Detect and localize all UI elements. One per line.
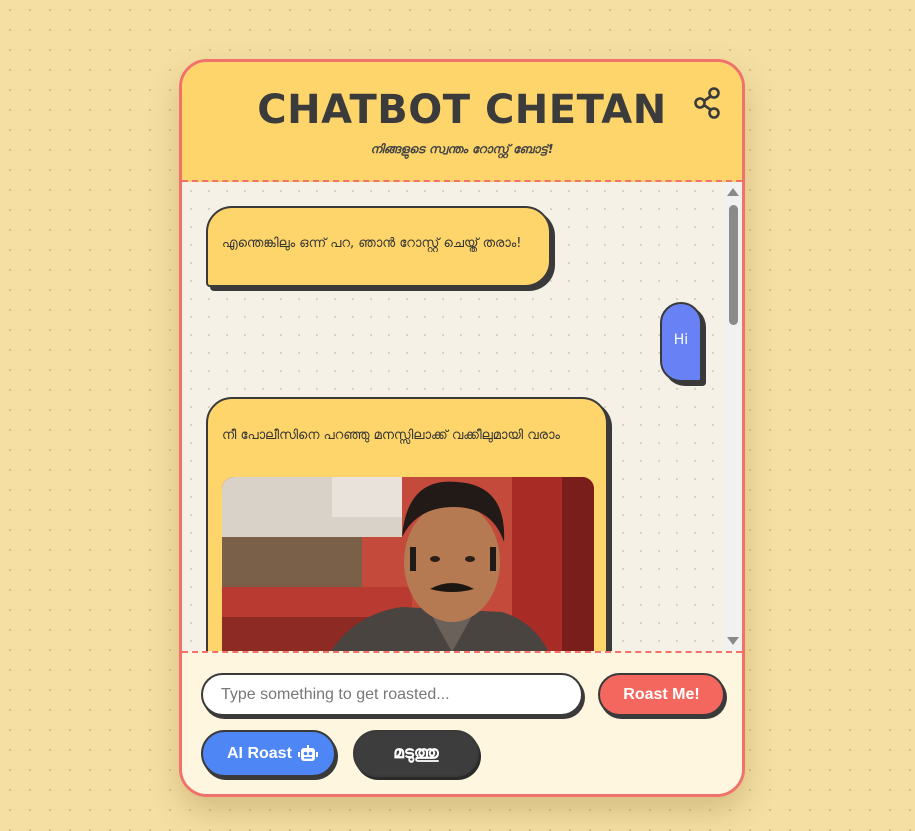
- share-button[interactable]: [692, 86, 724, 120]
- bot-message: നീ പോലീസിനെ പറഞ്ഞു മനസ്സിലാക്ക് വക്കീലുമ…: [206, 397, 608, 651]
- bot-message: എന്തെങ്കിലും ഒന്ന് പറ, ഞാൻ റോസ്റ്റ് ചെയ്…: [206, 206, 551, 287]
- message-text: നീ പോലീസിനെ പറഞ്ഞു മനസ്സിലാക്ക് വക്കീലുമ…: [222, 428, 560, 443]
- input-area: Roast Me! AI Roast മടുത്തു: [182, 651, 742, 794]
- scroll-up-arrow-icon[interactable]: [727, 188, 739, 196]
- roast-me-button[interactable]: Roast Me!: [598, 673, 725, 716]
- robot-icon: [298, 745, 318, 761]
- header: Chatbot Chetan നിങ്ങളുടെ സ്വന്തം റോസ്റ്റ…: [182, 62, 742, 182]
- message-text: എന്തെങ്കിലും ഒന്ന് പറ, ഞാൻ റോസ്റ്റ് ചെയ്…: [222, 236, 522, 251]
- chat-app-window: Chatbot Chetan നിങ്ങളുടെ സ്വന്തം റോസ്റ്റ…: [179, 59, 745, 797]
- chat-scrollbar[interactable]: [724, 182, 742, 651]
- ai-roast-label: AI Roast: [227, 745, 292, 762]
- message-input[interactable]: [201, 673, 583, 716]
- meme-photo-illustration: [222, 477, 594, 651]
- meme-image: [222, 477, 594, 651]
- app-title: Chatbot Chetan: [257, 87, 667, 133]
- message-text: Hi: [673, 332, 689, 348]
- scroll-down-arrow-icon[interactable]: [727, 637, 739, 645]
- bored-button[interactable]: മടുത്തു: [353, 730, 479, 777]
- scrollbar-thumb[interactable]: [729, 205, 738, 325]
- ai-roast-button[interactable]: AI Roast: [201, 730, 336, 777]
- share-icon: [694, 87, 720, 119]
- app-subtitle: നിങ്ങളുടെ സ്വന്തം റോസ്റ്റ് ബോട്ട്!: [370, 142, 554, 156]
- chat-messages[interactable]: എന്തെങ്കിലും ഒന്ന് പറ, ഞാൻ റോസ്റ്റ് ചെയ്…: [182, 182, 742, 651]
- user-message: Hi: [660, 302, 702, 382]
